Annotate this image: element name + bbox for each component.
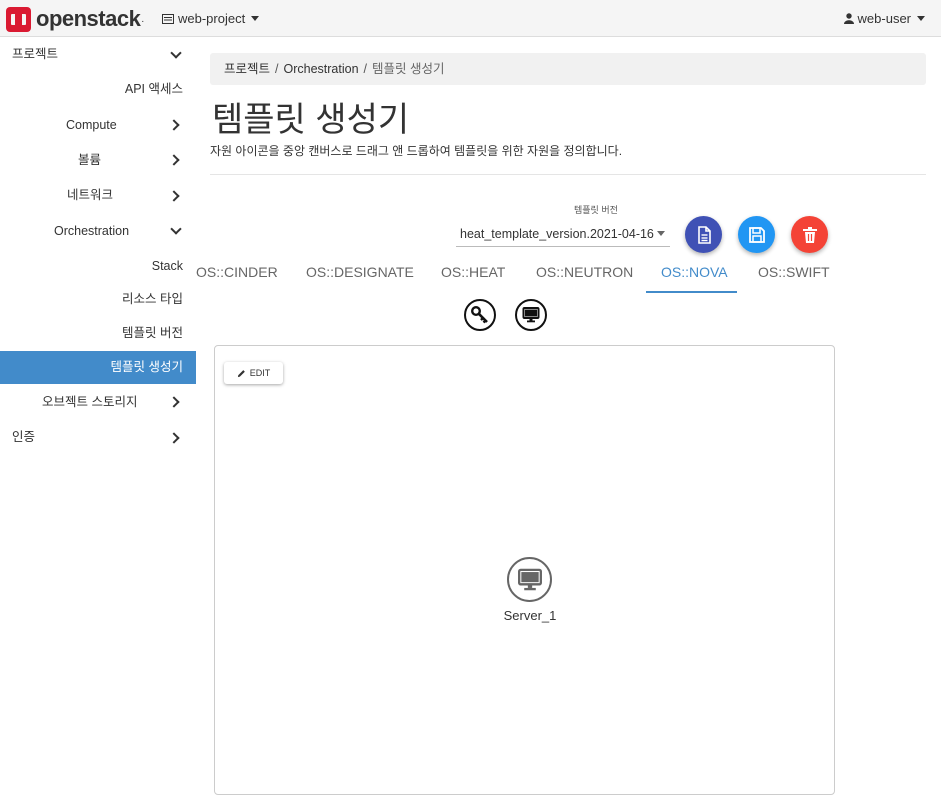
tab-os-nova[interactable]: OS::NOVA xyxy=(661,262,728,282)
sidebar-item-label: Stack xyxy=(151,259,183,273)
sidebar-item-stack[interactable]: Stack xyxy=(152,256,183,276)
save-button[interactable] xyxy=(738,216,775,253)
sidebar-item-orchestration[interactable]: Orchestration xyxy=(54,221,129,241)
tab-os-swift[interactable]: OS::SWIFT xyxy=(758,262,830,282)
sidebar-item-api-access[interactable]: API 액세스 xyxy=(125,79,183,99)
tab-os-cinder[interactable]: OS::CINDER xyxy=(196,262,278,282)
canvas-node-label: Server_1 xyxy=(503,608,557,623)
monitor-icon-glyph xyxy=(522,307,540,323)
key-icon-glyph xyxy=(471,306,488,324)
breadcrumb-separator: / xyxy=(363,62,368,76)
project-dropdown[interactable]: web-project xyxy=(162,11,260,26)
template-canvas[interactable]: EDIT Server_1 xyxy=(214,345,835,795)
divider xyxy=(210,174,926,175)
sidebar-item-template-versions[interactable]: 템플릿 버전 xyxy=(122,323,183,343)
openstack-logo[interactable]: openstack . xyxy=(6,6,144,32)
tab-os-designate[interactable]: OS::DESIGNATE xyxy=(306,262,414,282)
sidebar-item-label: 네트워크 xyxy=(67,188,114,202)
sidebar-item-identity[interactable]: 인증 xyxy=(12,427,35,447)
key-icon[interactable] xyxy=(464,299,496,331)
chevron-down-icon xyxy=(170,223,182,235)
sidebar-item-label: 프로젝트 xyxy=(12,47,59,61)
template-version-label: 템플릿 버전 xyxy=(574,205,618,215)
template-version-value: heat_template_version.2021-04-16 xyxy=(460,227,654,241)
sidebar-item-resource-types[interactable]: 리소스 타입 xyxy=(122,289,183,309)
sidebar-item-label: 템플릿 생성기 xyxy=(110,360,183,374)
breadcrumb: 프로젝트 / Orchestration / 템플릿 생성기 xyxy=(210,53,926,85)
sidebar-item-network[interactable]: 네트워크 xyxy=(67,185,113,205)
edit-label: EDIT xyxy=(249,368,271,378)
user-dropdown[interactable]: web-user xyxy=(843,11,925,26)
page-description: 자원 아이콘을 중앙 캔버스로 드래그 앤 드롭하여 템플릿을 위한 자원을 정… xyxy=(210,144,623,158)
sidebar-item-label: 오브젝트 스토리지 xyxy=(42,395,138,409)
sidebar-item-volume[interactable]: 볼륨 xyxy=(78,150,101,170)
breadcrumb-separator: / xyxy=(275,62,279,76)
sidebar: 프로젝트 API 액세스 Compute 볼륨 네트워크 Orchestrati… xyxy=(0,37,196,808)
active-tab-indicator xyxy=(646,291,737,293)
pencil-icon xyxy=(237,369,245,377)
sidebar-item-label: 템플릿 버전 xyxy=(122,326,183,340)
sidebar-item-compute[interactable]: Compute xyxy=(66,115,117,135)
openstack-logo-icon xyxy=(6,6,31,32)
sidebar-item-object-storage[interactable]: 오브젝트 스토리지 xyxy=(42,392,137,412)
sidebar-item-label: Orchestration xyxy=(54,224,130,238)
chevron-right-icon xyxy=(168,396,180,408)
sidebar-item-label: 인증 xyxy=(12,430,36,444)
trash-icon xyxy=(802,226,817,243)
user-icon xyxy=(843,13,854,24)
chevron-right-icon xyxy=(168,190,180,202)
chevron-right-icon xyxy=(168,432,180,444)
monitor-icon xyxy=(517,568,542,590)
page-title: 템플릿 생성기 xyxy=(212,101,410,139)
sidebar-item-template-generator[interactable]: 템플릿 생성기 xyxy=(111,357,183,377)
sidebar-item-project[interactable]: 프로젝트 xyxy=(12,44,58,64)
tab-os-heat[interactable]: OS::HEAT xyxy=(441,262,505,282)
delete-button[interactable] xyxy=(791,216,828,253)
project-name: web-project xyxy=(178,11,246,26)
view-template-button[interactable] xyxy=(685,216,722,253)
sidebar-item-label: API 액세스 xyxy=(124,82,183,96)
user-name: web-user xyxy=(857,11,911,26)
breadcrumb-item-orchestration[interactable]: Orchestration xyxy=(284,62,359,76)
chevron-down-icon xyxy=(917,16,925,21)
tab-os-neutron[interactable]: OS::NEUTRON xyxy=(536,262,633,282)
edit-button[interactable]: EDIT xyxy=(224,362,283,384)
chevron-right-icon xyxy=(168,119,180,131)
chevron-down-icon xyxy=(657,231,665,236)
save-icon xyxy=(748,226,765,243)
document-icon xyxy=(697,225,711,244)
project-icon xyxy=(162,13,174,24)
sidebar-item-label: 리소스 타입 xyxy=(122,292,183,306)
chevron-down-icon xyxy=(170,47,182,59)
top-navbar: openstack . web-project web-user xyxy=(0,0,941,37)
template-version-select[interactable]: heat_template_version.2021-04-16 xyxy=(456,219,670,247)
canvas-node-server[interactable] xyxy=(507,557,552,602)
brand-suffix: . xyxy=(141,13,145,25)
breadcrumb-item-current: 템플릿 생성기 xyxy=(372,62,445,76)
chevron-right-icon xyxy=(168,154,180,166)
chevron-down-icon xyxy=(251,16,260,21)
brand-name: openstack xyxy=(36,6,141,31)
breadcrumb-item-project[interactable]: 프로젝트 xyxy=(224,62,270,76)
monitor-icon[interactable] xyxy=(515,299,547,331)
sidebar-item-label: Compute xyxy=(66,118,117,132)
sidebar-item-label: 볼륨 xyxy=(78,153,102,167)
